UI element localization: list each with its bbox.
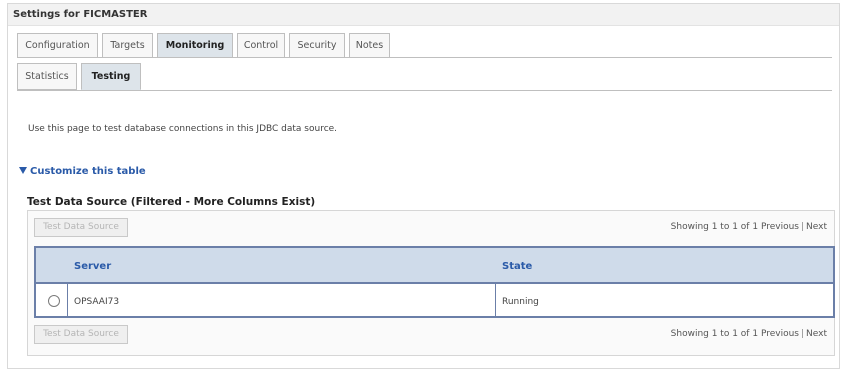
sub-tab-bar-divider xyxy=(17,90,832,91)
tab-notes[interactable]: Notes xyxy=(349,33,390,58)
test-data-source-panel: Test Data Source Showing 1 to 1 of 1 Pre… xyxy=(27,210,835,356)
customize-table-label: Customize this table xyxy=(30,166,146,177)
paging-previous-top[interactable]: Previous xyxy=(761,222,799,232)
tab-control[interactable]: Control xyxy=(237,33,285,58)
column-header-server[interactable]: Server xyxy=(74,261,111,272)
page-description: Use this page to test database connectio… xyxy=(28,124,338,134)
test-data-source-button-top[interactable]: Test Data Source xyxy=(34,218,128,237)
paging-showing-top: Showing 1 to 1 of 1 xyxy=(670,222,759,232)
customize-table-link[interactable]: Customize this table xyxy=(19,166,146,177)
tab-monitoring[interactable]: Monitoring xyxy=(157,33,233,58)
row-select-radio[interactable] xyxy=(48,295,60,307)
settings-page: Settings for FICMASTER Configuration Tar… xyxy=(7,3,840,369)
paging-top: Showing 1 to 1 of 1 Previous | Next xyxy=(671,222,827,232)
paging-bottom: Showing 1 to 1 of 1 Previous | Next xyxy=(671,329,827,339)
subtab-testing[interactable]: Testing xyxy=(81,63,141,90)
expand-triangle-icon xyxy=(19,167,27,174)
table-row: OPSAAI73 Running xyxy=(36,284,833,316)
data-source-table: Server State OPSAAI73 Running xyxy=(34,246,835,318)
test-data-source-button-bottom[interactable]: Test Data Source xyxy=(34,325,128,344)
page-title-bar: Settings for FICMASTER xyxy=(8,4,839,26)
tab-targets[interactable]: Targets xyxy=(102,33,153,58)
cell-state: Running xyxy=(502,297,539,307)
paging-separator-top: | xyxy=(800,222,805,232)
tab-security[interactable]: Security xyxy=(289,33,345,58)
column-header-state[interactable]: State xyxy=(502,261,532,272)
table-header: Server State xyxy=(36,248,833,284)
paging-next-bottom[interactable]: Next xyxy=(806,329,827,339)
page-title: Settings for FICMASTER xyxy=(13,9,148,20)
paging-showing-bottom: Showing 1 to 1 of 1 xyxy=(670,329,759,339)
table-section-title: Test Data Source (Filtered - More Column… xyxy=(27,196,316,208)
tab-configuration[interactable]: Configuration xyxy=(17,33,98,58)
tab-bar-divider xyxy=(17,57,832,58)
paging-next-top[interactable]: Next xyxy=(806,222,827,232)
paging-previous-bottom[interactable]: Previous xyxy=(761,329,799,339)
subtab-statistics[interactable]: Statistics xyxy=(17,63,77,90)
paging-separator-bottom: | xyxy=(800,329,805,339)
cell-server: OPSAAI73 xyxy=(74,297,120,307)
